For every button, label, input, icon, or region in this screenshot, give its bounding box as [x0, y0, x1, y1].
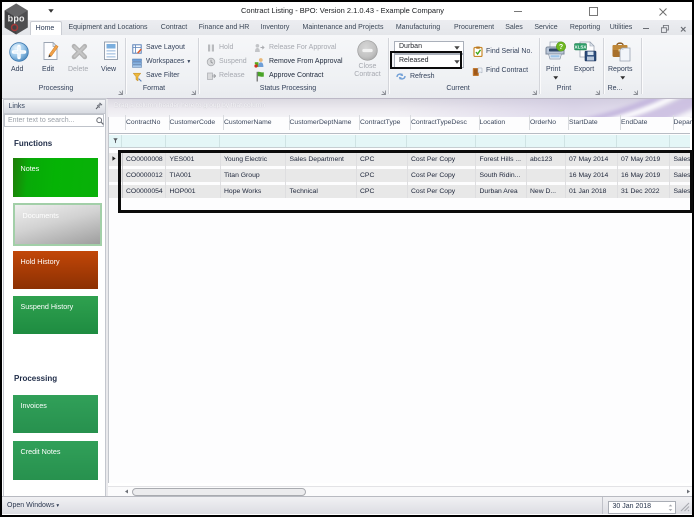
- svg-text:bpo: bpo: [8, 14, 25, 24]
- svg-text:XLSX: XLSX: [575, 44, 588, 49]
- svg-text:?: ?: [559, 44, 563, 51]
